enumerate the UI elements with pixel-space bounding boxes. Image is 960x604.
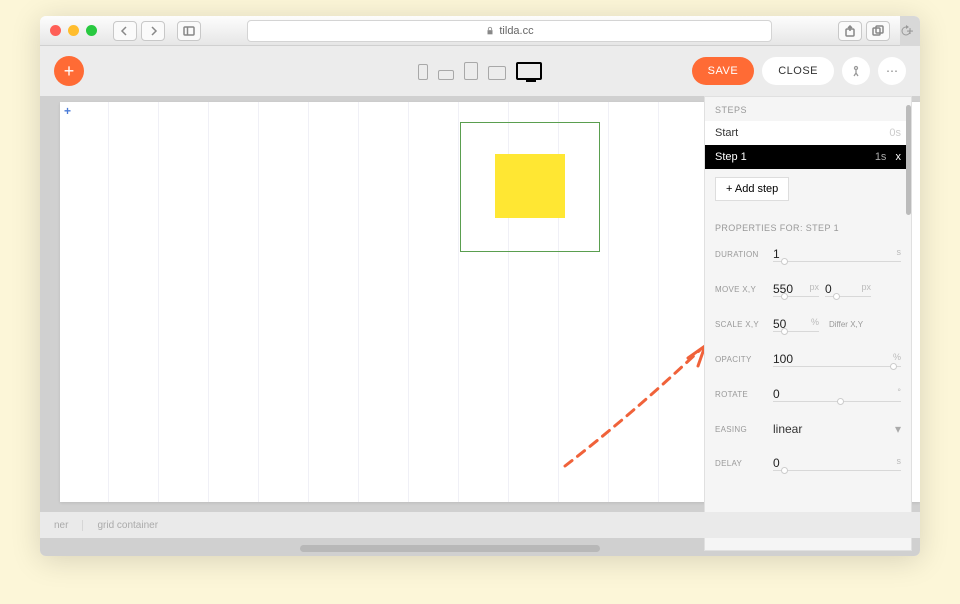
chevron-down-icon: ▾ xyxy=(895,422,901,436)
move-label: MOVE X,Y xyxy=(715,285,767,294)
move-x-input[interactable]: 550 px xyxy=(773,282,819,297)
easing-select[interactable]: linear ▾ xyxy=(773,422,901,436)
window-maximize-icon[interactable] xyxy=(86,25,97,36)
browser-window: tilda.cc + + SAVE CLOSE ⋯ + xyxy=(40,16,920,556)
viewport-phone-icon[interactable] xyxy=(418,64,428,80)
lock-icon xyxy=(485,26,495,36)
opacity-input[interactable]: 100 % xyxy=(773,352,901,367)
address-bar[interactable]: tilda.cc xyxy=(247,20,772,42)
horizontal-scrollbar[interactable] xyxy=(300,545,600,552)
scale-input[interactable]: 50 % xyxy=(773,317,819,332)
easing-label: EASING xyxy=(715,425,767,434)
steps-header: STEPS xyxy=(705,97,911,121)
step-start[interactable]: Start 0s xyxy=(705,121,911,145)
viewport-phone-landscape-icon[interactable] xyxy=(438,70,454,80)
panel-scrollbar[interactable] xyxy=(906,105,911,215)
step-1-time: 1s xyxy=(875,151,887,163)
app-toolbar: + SAVE CLOSE ⋯ xyxy=(40,46,920,96)
delay-label: DELAY xyxy=(715,459,767,468)
browser-chrome: tilda.cc + xyxy=(40,16,920,46)
sidebar-toggle-button[interactable] xyxy=(177,21,201,41)
step-1[interactable]: Step 1 1s x xyxy=(705,145,911,169)
app-body: + STEPS Start 0s xyxy=(40,96,920,556)
tabs-button[interactable] xyxy=(866,21,890,41)
add-block-button[interactable]: + xyxy=(54,56,84,86)
yellow-shape[interactable] xyxy=(495,154,565,218)
animation-panel: STEPS Start 0s Step 1 1s x + Add step PR… xyxy=(704,96,912,551)
window-minimize-icon[interactable] xyxy=(68,25,79,36)
share-button[interactable] xyxy=(838,21,862,41)
window-controls xyxy=(50,25,97,36)
more-button[interactable]: ⋯ xyxy=(878,57,906,85)
breadcrumb-item[interactable]: ner xyxy=(54,520,83,531)
rotate-label: ROTATE xyxy=(715,390,767,399)
forward-button[interactable] xyxy=(141,21,165,41)
viewport-tablet-landscape-icon[interactable] xyxy=(488,66,506,80)
properties-title: PROPERTIES FOR: STEP 1 xyxy=(715,223,901,233)
scale-differ-button[interactable]: Differ X,Y xyxy=(829,320,863,329)
url-text: tilda.cc xyxy=(499,25,533,37)
history-button[interactable] xyxy=(842,57,870,85)
opacity-label: OPACITY xyxy=(715,355,767,364)
duration-label: DURATION xyxy=(715,250,767,259)
back-button[interactable] xyxy=(113,21,137,41)
reload-icon[interactable] xyxy=(900,25,912,37)
delay-input[interactable]: 0 s xyxy=(773,456,901,471)
step-start-label: Start xyxy=(715,127,738,139)
step-1-delete-icon[interactable]: x xyxy=(896,151,902,163)
scale-label: SCALE X,Y xyxy=(715,320,767,329)
step-1-label: Step 1 xyxy=(715,151,747,163)
move-y-input[interactable]: 0 px xyxy=(825,282,871,297)
add-element-icon[interactable]: + xyxy=(64,104,71,118)
add-step-button[interactable]: + Add step xyxy=(715,177,789,201)
step-start-time: 0s xyxy=(889,127,901,139)
duration-input[interactable]: 1 s xyxy=(773,247,901,262)
breadcrumb-item[interactable]: grid container xyxy=(97,520,172,531)
breadcrumb-bar: ner grid container xyxy=(40,512,920,538)
viewport-selector xyxy=(418,62,542,80)
viewport-desktop-icon[interactable] xyxy=(516,62,542,80)
close-button[interactable]: CLOSE xyxy=(762,57,834,85)
save-button[interactable]: SAVE xyxy=(692,57,755,85)
window-close-icon[interactable] xyxy=(50,25,61,36)
viewport-tablet-icon[interactable] xyxy=(464,62,478,80)
rotate-input[interactable]: 0 ° xyxy=(773,387,901,402)
